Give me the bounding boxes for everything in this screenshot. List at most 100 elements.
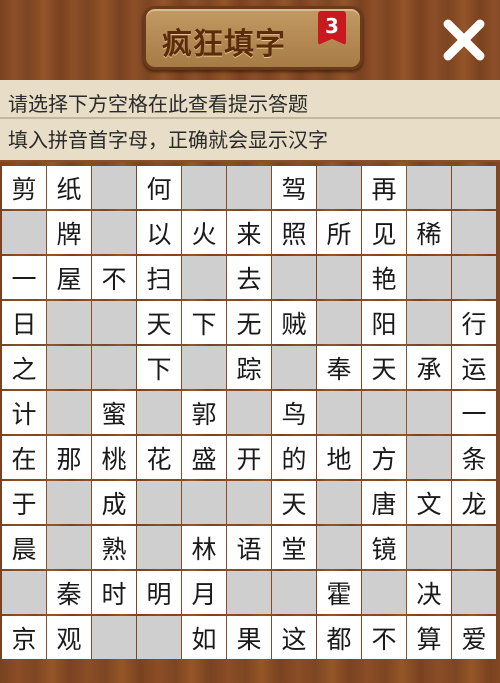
grid-cell-filled: 镜	[362, 526, 406, 569]
grid-cell-filled: 秦	[47, 571, 91, 614]
grid-cell-filled: 以	[137, 211, 181, 254]
grid-cell-blank[interactable]	[407, 526, 451, 569]
grid-cell-filled: 蜜	[92, 391, 136, 434]
grid-cell-filled: 鸟	[272, 391, 316, 434]
grid-cell-filled: 唐	[362, 481, 406, 524]
grid-cell-blank[interactable]	[182, 256, 226, 299]
grid-cell-filled: 剪	[2, 166, 46, 209]
grid-cell-blank[interactable]	[407, 256, 451, 299]
game-title: 疯狂填字	[162, 27, 286, 62]
grid-cell-filled: 屋	[47, 256, 91, 299]
grid-cell-filled: 于	[2, 481, 46, 524]
grid-cell-filled: 天	[362, 346, 406, 389]
grid-cell-filled: 观	[47, 616, 91, 659]
grid-cell-blank[interactable]	[182, 346, 226, 389]
grid-cell-blank[interactable]	[227, 481, 271, 524]
grid-cell-filled: 计	[2, 391, 46, 434]
grid-cell-blank[interactable]	[47, 301, 91, 344]
grid-cell-filled: 一	[452, 391, 496, 434]
grid-cell-filled: 花	[137, 436, 181, 479]
grid-cell-blank[interactable]	[92, 211, 136, 254]
grid-cell-blank[interactable]	[317, 391, 361, 434]
grid-cell-filled: 来	[227, 211, 271, 254]
grid-cell-blank[interactable]	[452, 211, 496, 254]
grid-cell-blank[interactable]	[452, 166, 496, 209]
grid-cell-filled: 扫	[137, 256, 181, 299]
grid-cell-filled: 去	[227, 256, 271, 299]
grid-cell-blank[interactable]	[407, 436, 451, 479]
grid-cell-filled: 下	[182, 301, 226, 344]
grid-cell-blank[interactable]	[137, 526, 181, 569]
close-button[interactable]	[438, 14, 490, 66]
grid-cell-filled: 照	[272, 211, 316, 254]
grid-cell-blank[interactable]	[362, 391, 406, 434]
grid-cell-filled: 明	[137, 571, 181, 614]
grid-cell-blank[interactable]	[452, 526, 496, 569]
grid-cell-blank[interactable]	[92, 346, 136, 389]
grid-cell-blank[interactable]	[2, 571, 46, 614]
grid-cell-blank[interactable]	[317, 256, 361, 299]
grid-cell-blank[interactable]	[452, 571, 496, 614]
grid-cell-filled: 贼	[272, 301, 316, 344]
grid-cell-blank[interactable]	[227, 391, 271, 434]
game-logo: 疯狂填字 3	[143, 6, 363, 70]
grid-cell-filled: 桃	[92, 436, 136, 479]
grid-cell-blank[interactable]	[407, 166, 451, 209]
grid-cell-filled: 月	[182, 571, 226, 614]
grid-cell-blank[interactable]	[227, 166, 271, 209]
level-badge: 3	[318, 11, 346, 45]
grid-cell-blank[interactable]	[137, 616, 181, 659]
grid-cell-filled: 语	[227, 526, 271, 569]
grid-cell-filled: 堂	[272, 526, 316, 569]
grid-cell-blank[interactable]	[47, 391, 91, 434]
grid-cell-filled: 晨	[2, 526, 46, 569]
crossword-grid: 剪纸何驾再牌以火来照所见稀一屋不扫去艳日天下无贼阳行之下踪奉天承运计蜜郭鸟一在那…	[2, 166, 496, 659]
grid-cell-filled: 天	[137, 301, 181, 344]
grid-cell-blank[interactable]	[182, 166, 226, 209]
grid-cell-blank[interactable]	[317, 166, 361, 209]
grid-cell-filled: 方	[362, 436, 406, 479]
grid-cell-blank[interactable]	[407, 391, 451, 434]
grid-cell-blank[interactable]	[92, 616, 136, 659]
grid-cell-filled: 阳	[362, 301, 406, 344]
grid-cell-filled: 的	[272, 436, 316, 479]
grid-cell-blank[interactable]	[92, 301, 136, 344]
grid-cell-filled: 日	[2, 301, 46, 344]
grid-cell-filled: 再	[362, 166, 406, 209]
grid-cell-filled: 果	[227, 616, 271, 659]
grid-cell-filled: 盛	[182, 436, 226, 479]
grid-cell-blank[interactable]	[227, 571, 271, 614]
grid-cell-blank[interactable]	[272, 346, 316, 389]
grid-cell-blank[interactable]	[92, 166, 136, 209]
grid-cell-blank[interactable]	[407, 301, 451, 344]
grid-cell-blank[interactable]	[137, 391, 181, 434]
grid-cell-blank[interactable]	[137, 481, 181, 524]
grid-cell-blank[interactable]	[362, 571, 406, 614]
grid-cell-filled: 火	[182, 211, 226, 254]
grid-cell-blank[interactable]	[317, 481, 361, 524]
hint-divider	[0, 117, 500, 119]
grid-cell-blank[interactable]	[2, 211, 46, 254]
grid-cell-filled: 承	[407, 346, 451, 389]
grid-cell-filled: 文	[407, 481, 451, 524]
grid-cell-filled: 一	[2, 256, 46, 299]
grid-cell-filled: 在	[2, 436, 46, 479]
grid-cell-blank[interactable]	[272, 571, 316, 614]
grid-cell-filled: 成	[92, 481, 136, 524]
grid-cell-blank[interactable]	[317, 526, 361, 569]
grid-cell-filled: 之	[2, 346, 46, 389]
grid-cell-filled: 不	[362, 616, 406, 659]
grid-cell-filled: 行	[452, 301, 496, 344]
grid-cell-filled: 京	[2, 616, 46, 659]
grid-cell-blank[interactable]	[182, 481, 226, 524]
grid-cell-filled: 何	[137, 166, 181, 209]
grid-cell-filled: 下	[137, 346, 181, 389]
grid-cell-filled: 无	[227, 301, 271, 344]
grid-cell-blank[interactable]	[47, 526, 91, 569]
grid-cell-blank[interactable]	[272, 256, 316, 299]
grid-cell-blank[interactable]	[47, 346, 91, 389]
grid-cell-blank[interactable]	[452, 256, 496, 299]
grid-cell-blank[interactable]	[47, 481, 91, 524]
grid-cell-filled: 驾	[272, 166, 316, 209]
grid-cell-blank[interactable]	[317, 301, 361, 344]
